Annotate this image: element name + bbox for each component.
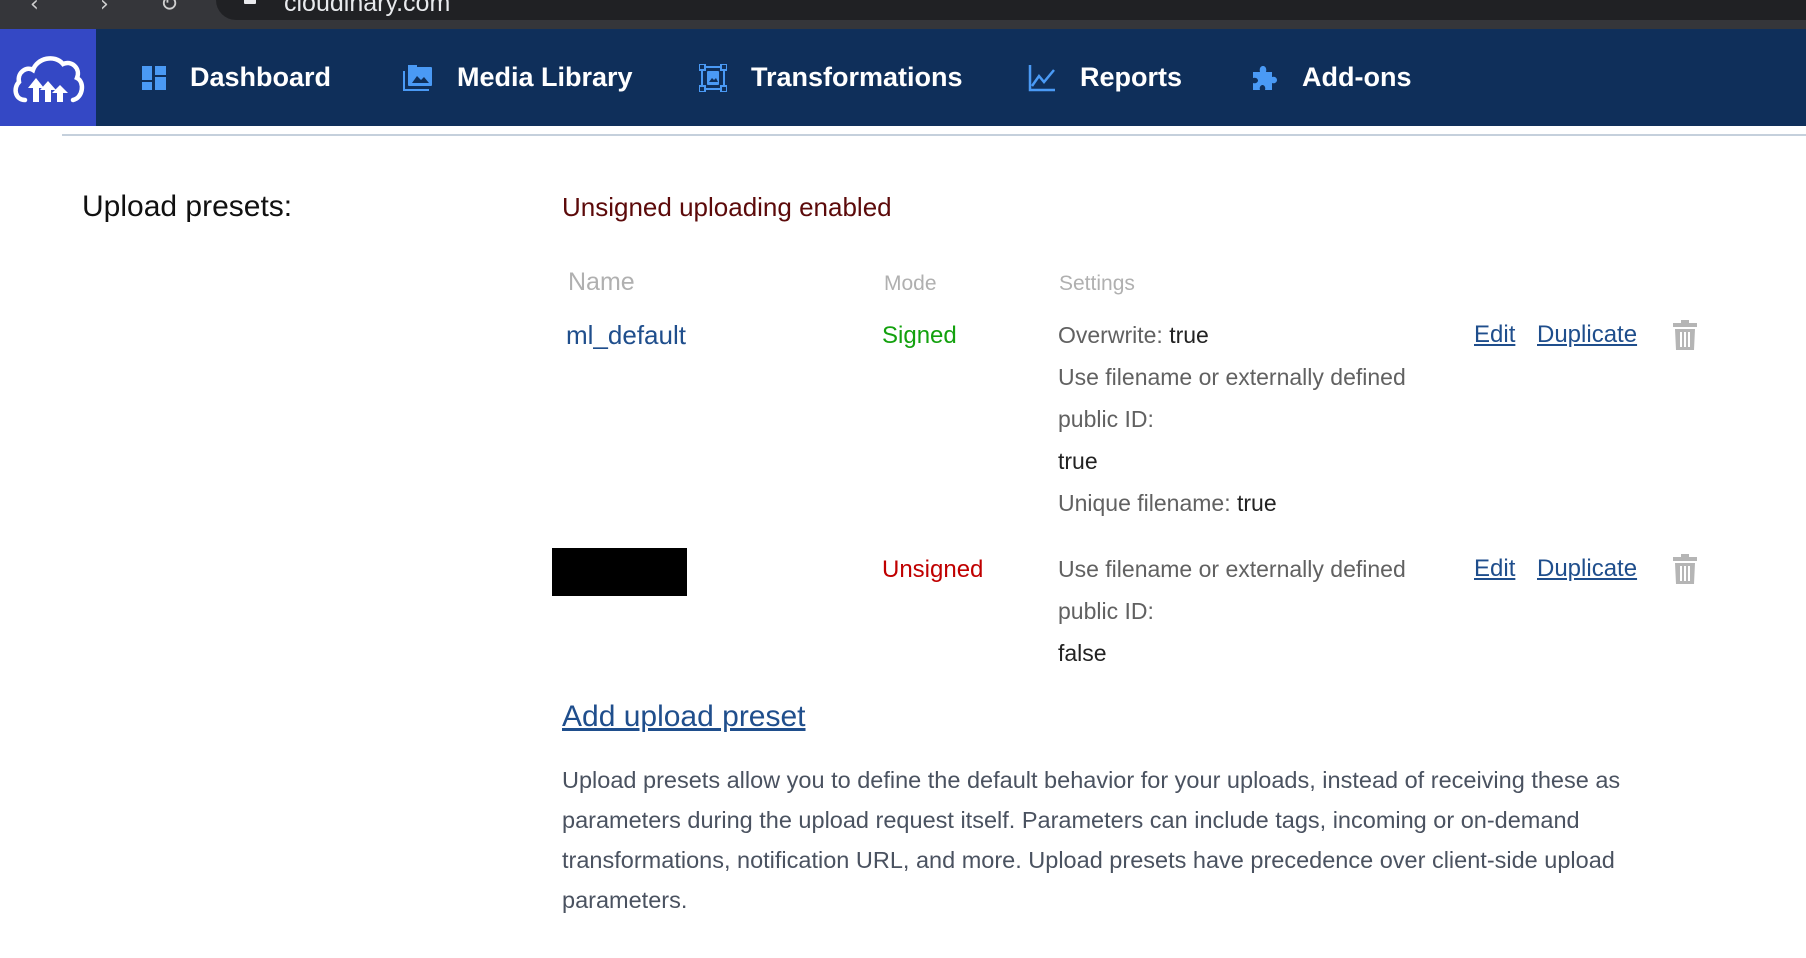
duplicate-link[interactable]: Duplicate [1537, 555, 1637, 583]
transformations-icon [699, 63, 727, 92]
nav-media-library-label: Media Library [457, 62, 633, 92]
setting-overwrite: Overwrite: true [1058, 322, 1209, 348]
column-header-settings: Settings [1059, 272, 1135, 295]
puzzle-piece-icon [1253, 65, 1277, 90]
setting-use-filename: Use filename or externally defined publi… [1058, 556, 1406, 666]
preset-mode: Unsigned [882, 556, 984, 583]
reload-icon[interactable]: ↻ [160, 0, 178, 17]
redacted-preset-name[interactable] [552, 548, 687, 596]
dashboard-icon [142, 65, 166, 90]
setting-use-filename: Use filename or externally defined publi… [1058, 364, 1406, 474]
unsigned-uploading-status: Unsigned uploading enabled [562, 192, 892, 222]
edit-link[interactable]: Edit [1474, 555, 1515, 583]
nav-reports[interactable]: Reports [1028, 29, 1182, 126]
edit-link[interactable]: Edit [1474, 321, 1515, 349]
trash-icon[interactable] [1672, 320, 1698, 350]
upload-presets-label: Upload presets: [82, 190, 293, 223]
nav-reports-label: Reports [1080, 62, 1183, 92]
nav-media-library[interactable]: Media Library [403, 29, 633, 126]
top-navbar: Dashboard Media Library Transformations … [0, 29, 1806, 126]
media-library-icon [403, 64, 432, 91]
nav-transformations[interactable]: Transformations [699, 29, 963, 126]
cloud-logo-icon [13, 55, 85, 102]
reports-chart-icon [1028, 64, 1055, 91]
column-header-name: Name [568, 268, 635, 296]
preset-mode: Signed [882, 322, 957, 349]
lock-icon [244, 0, 256, 4]
back-icon[interactable]: ‹ [30, 0, 39, 17]
nav-add-ons[interactable]: Add-ons [1250, 29, 1411, 126]
nav-add-ons-label: Add-ons [1302, 62, 1412, 92]
forward-icon[interactable]: › [100, 0, 109, 17]
address-bar[interactable] [216, 0, 1806, 20]
column-header-mode: Mode [884, 272, 937, 295]
upload-presets-description: Upload presets allow you to define the d… [562, 767, 1621, 913]
cloudinary-logo[interactable] [0, 29, 96, 126]
trash-icon[interactable] [1672, 554, 1698, 584]
url-text[interactable]: cloudinary.com [284, 0, 450, 18]
preset-settings: Overwrite: true Use filename or external… [1058, 314, 1438, 524]
header-divider [62, 134, 1806, 136]
nav-transformations-label: Transformations [751, 62, 963, 92]
nav-dashboard[interactable]: Dashboard [142, 29, 331, 126]
preset-name-link[interactable]: ml_default [566, 320, 686, 351]
browser-chrome: ‹ › ↻ cloudinary.com [0, 0, 1806, 29]
preset-settings: Use filename or externally defined publi… [1058, 548, 1438, 674]
duplicate-link[interactable]: Duplicate [1537, 321, 1637, 349]
add-upload-preset-link[interactable]: Add upload preset [562, 700, 806, 734]
nav-dashboard-label: Dashboard [190, 62, 332, 92]
setting-unique-filename: Unique filename: true [1058, 490, 1277, 516]
